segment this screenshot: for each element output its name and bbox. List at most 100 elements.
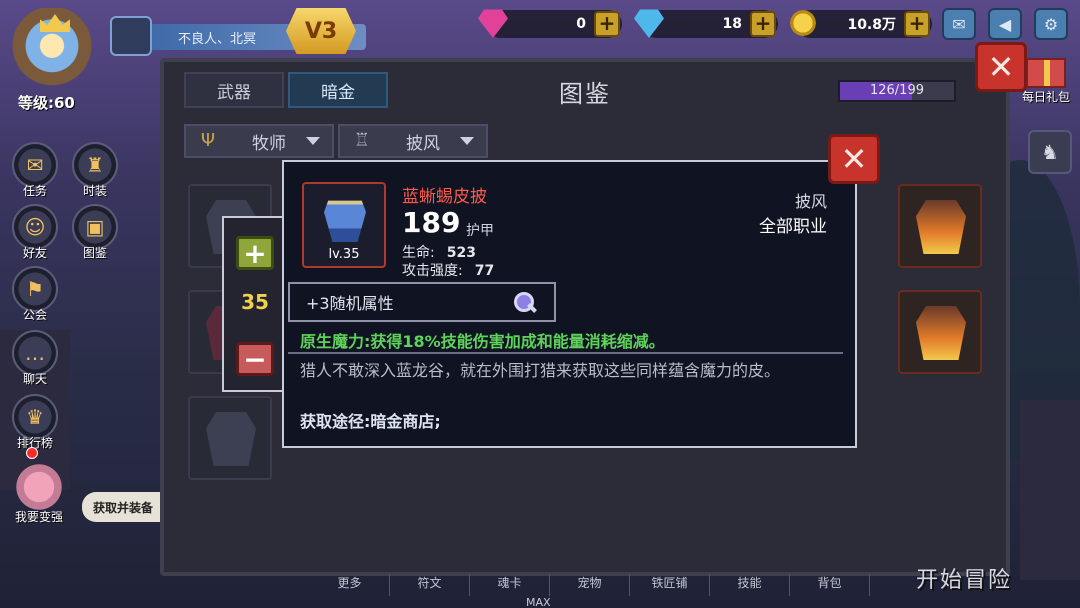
sound-button[interactable]: ◀ <box>988 8 1022 40</box>
stat-value: 523 <box>446 245 476 261</box>
level-value: 35 <box>241 290 269 314</box>
add-gold-button[interactable]: + <box>904 11 930 37</box>
magnifier-icon[interactable] <box>512 290 536 314</box>
collection-slot[interactable] <box>898 184 982 268</box>
item-armor-label: 护甲 <box>466 223 494 239</box>
speaker-icon: ◀ <box>998 14 1012 34</box>
vip-badge[interactable]: V3 <box>286 8 356 54</box>
side-menu-label: 好友 <box>22 246 47 260</box>
notification-dot <box>26 447 38 459</box>
side-menu-quest[interactable]: ✉ 任务 <box>10 142 60 199</box>
nav-blacksmith[interactable]: 铁匠铺 <box>630 574 710 596</box>
chevron-down-icon <box>460 137 474 145</box>
level-decrease-button[interactable]: − <box>236 342 274 376</box>
bottom-nav: 更多 符文 魂卡 宠物 铁匠铺 技能 背包 <box>310 574 870 596</box>
item-detail-card: lv.35 蓝蜥蜴皮披 189 护甲 生命: 523 攻击强度: 77 披风 全部职… <box>282 160 857 448</box>
slot-filter-value: 披风 <box>406 133 440 154</box>
nav-soul-cards[interactable]: 魂卡 <box>470 574 550 596</box>
max-label: MAX <box>526 596 551 608</box>
item-name: 蓝蜥蜴皮披 <box>402 187 487 207</box>
currency-diamond: 18 + <box>634 9 778 38</box>
level-stepper: + 35 − <box>222 216 288 392</box>
side-menu-label: 图鉴 <box>82 246 107 260</box>
side-menu-costume[interactable]: ♜ 时装 <box>70 142 120 199</box>
daily-gift-label: 每日礼包 <box>1021 90 1070 104</box>
innate-magic-text: 原生魔力:获得18%技能伤害加成和能量消耗缩减。 <box>300 332 665 351</box>
collection-slot[interactable] <box>898 290 982 374</box>
random-attribute-box[interactable]: +3随机属性 <box>288 282 556 322</box>
gold-coin-icon <box>788 8 818 38</box>
character-button[interactable]: ♞ <box>1028 130 1072 174</box>
item-icon-frame: lv.35 <box>302 182 386 268</box>
side-menu-label: 聊天 <box>22 372 47 386</box>
mail-button[interactable]: ✉ <box>942 8 976 40</box>
currency-ruby: 0 + <box>478 9 622 38</box>
side-menu-ranking[interactable]: ♛ 排行榜 <box>10 394 60 451</box>
daily-gift-button[interactable]: 每日礼包 <box>1018 58 1074 105</box>
chevron-down-icon <box>306 137 320 145</box>
close-card-button[interactable]: ✕ <box>828 134 880 184</box>
player-name: 不良人、北冥 <box>178 31 257 47</box>
get-equip-button[interactable]: 获取并装备 <box>82 492 164 522</box>
side-menu-label: 任务 <box>22 184 47 198</box>
fire-cloak-item-icon <box>916 200 966 254</box>
cloak-item-icon <box>206 412 256 466</box>
blue-lizard-cloak-icon <box>324 200 366 242</box>
random-attribute-text: +3随机属性 <box>306 294 394 313</box>
settings-button[interactable]: ⚙ <box>1034 8 1068 40</box>
item-description: 猎人不敢深入蓝龙谷，就在外围打猎来获取这些同样蕴含魔力的皮。 <box>300 361 781 380</box>
divider <box>288 352 843 354</box>
level-increase-button[interactable]: + <box>236 236 274 270</box>
class-filter-value: 牧师 <box>252 133 286 154</box>
stat-label: 生命: <box>402 245 435 261</box>
character-icon: ♞ <box>1041 140 1059 164</box>
get-stronger-label: 我要变强 <box>14 510 63 524</box>
nav-more[interactable]: 更多 <box>310 574 390 596</box>
collection-slot[interactable] <box>188 396 272 480</box>
background-tower <box>1020 400 1080 580</box>
item-armor-value: 189 <box>402 206 461 239</box>
class-filter-dropdown[interactable]: Ψ 牧师 <box>184 124 334 158</box>
side-menu-collection[interactable]: ▣ 图鉴 <box>70 204 120 261</box>
nav-skills[interactable]: 技能 <box>710 574 790 596</box>
item-source: 获取途径:暗金商店; <box>300 412 441 431</box>
mail-icon: ✉ <box>952 14 966 34</box>
collection-progress: 126/199 <box>838 80 956 102</box>
player-avatar[interactable] <box>6 8 98 92</box>
side-menu-friends[interactable]: ☺ 好友 <box>10 204 60 261</box>
side-menu-chat[interactable]: … 聊天 <box>10 330 60 387</box>
slot-filter-dropdown[interactable]: ♖ 披风 <box>338 124 488 158</box>
item-class-requirement: 全部职业 <box>759 217 827 237</box>
currency-ruby-value: 0 <box>576 16 586 32</box>
add-ruby-button[interactable]: + <box>594 11 620 37</box>
currency-gold-value: 10.8万 <box>847 17 896 33</box>
stat-value: 77 <box>474 263 495 279</box>
player-level: 等级:60 <box>18 94 75 112</box>
crown-icon <box>40 14 70 32</box>
currency-gold: 10.8万 + <box>788 8 932 38</box>
nav-backpack[interactable]: 背包 <box>790 574 870 596</box>
item-stat-attack: 攻击强度: 77 <box>402 260 494 280</box>
fire-cloak-item-icon <box>916 306 966 360</box>
close-icon: ✕ <box>987 48 1015 86</box>
nav-pets[interactable]: 宠物 <box>550 574 630 596</box>
add-diamond-button[interactable]: + <box>750 11 776 37</box>
nav-runes[interactable]: 符文 <box>390 574 470 596</box>
trident-icon: Ψ <box>200 130 216 151</box>
item-slot-type: 披风 <box>794 192 827 211</box>
cloak-icon: ♖ <box>353 130 371 151</box>
get-stronger-button[interactable]: 我要变强 <box>8 462 70 525</box>
item-stat-hp: 生命: 523 <box>402 242 476 262</box>
item-level: lv.35 <box>328 247 360 262</box>
ruby-gem-icon <box>478 9 508 38</box>
start-adventure-button[interactable]: 开始冒险 <box>916 562 1012 594</box>
side-menu-label: 公会 <box>22 308 47 322</box>
side-menu-label: 时装 <box>82 184 107 198</box>
currency-diamond-value: 18 <box>722 16 742 32</box>
guild-badge-icon <box>110 16 152 56</box>
side-menu-guild[interactable]: ⚑ 公会 <box>10 266 60 323</box>
gift-box-icon <box>1026 58 1066 88</box>
gear-icon: ⚙ <box>1043 14 1059 34</box>
collection-progress-text: 126/199 <box>869 83 924 98</box>
diamond-icon <box>634 9 664 38</box>
